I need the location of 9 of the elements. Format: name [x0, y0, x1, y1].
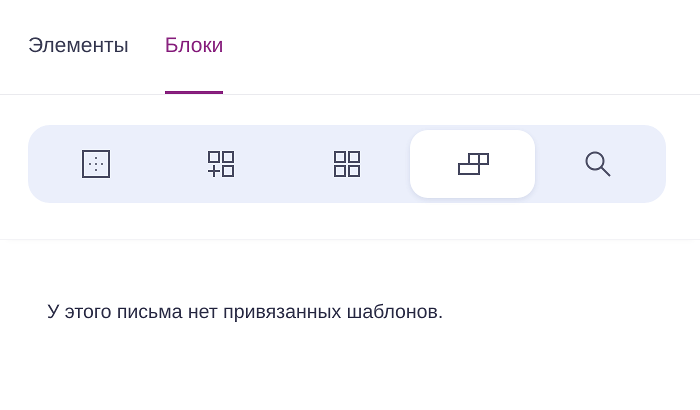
- toolbar-button[interactable]: [410, 130, 536, 198]
- grid-icon: [332, 150, 361, 178]
- tab[interactable]: Элементы: [28, 0, 129, 94]
- empty-message: У этого письма нет привязанных шаблонов.: [47, 301, 444, 324]
- frame-icon: [80, 149, 111, 179]
- tab[interactable]: Блоки: [164, 0, 224, 94]
- search-icon: [583, 149, 614, 179]
- add-grid-icon: [207, 150, 236, 178]
- blocks-icon: [456, 153, 489, 175]
